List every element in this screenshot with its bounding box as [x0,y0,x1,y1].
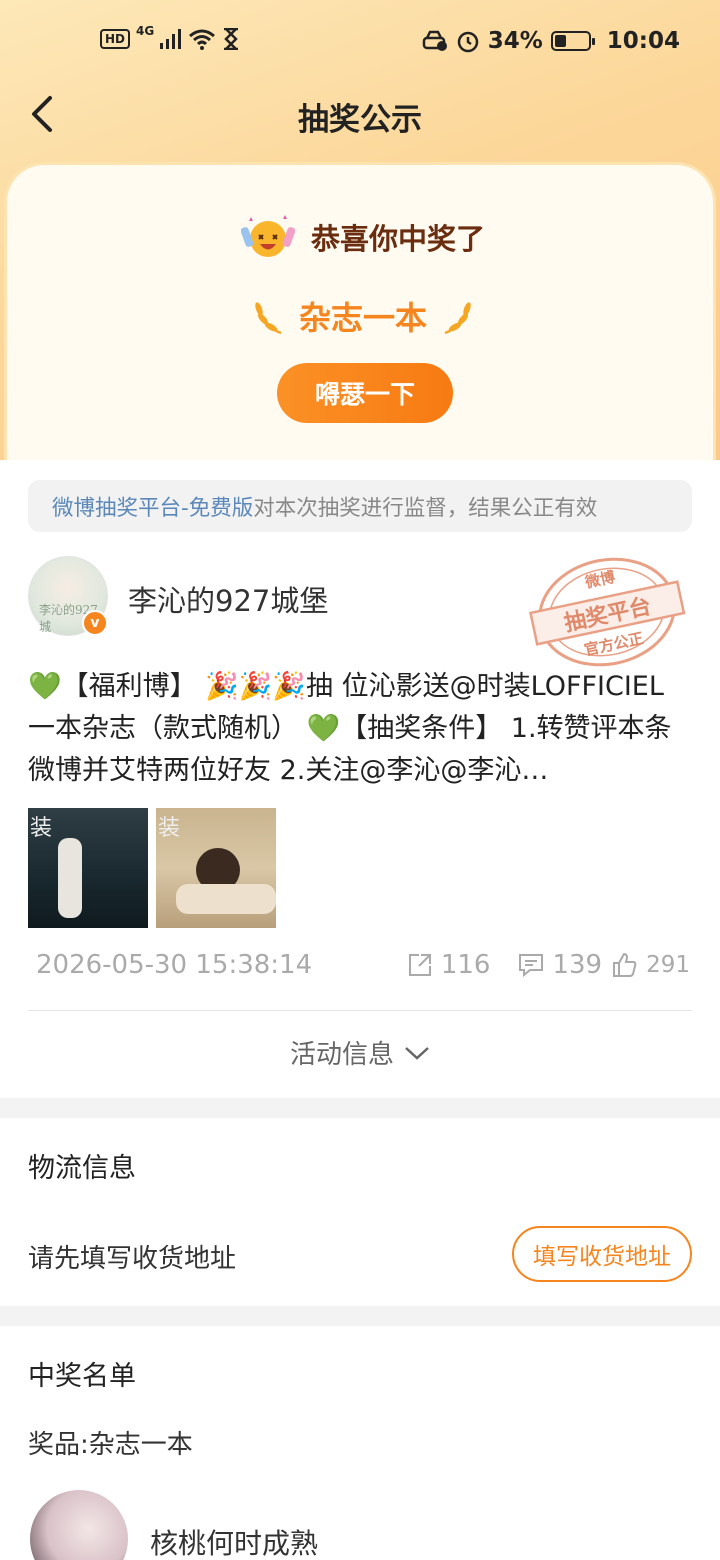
notice-text: 对本次抽奖进行监督，结果公正有效 [253,495,598,521]
address-hint: 请先填写收货地址 [28,1244,237,1274]
congrats-text: 恭喜你中奖了 [310,222,485,256]
post-image-1[interactable]: 装 [28,808,148,928]
battery-icon [550,31,595,51]
repost-icon [408,954,431,976]
thumbs-up-icon [613,952,637,977]
hourglass-icon [224,28,239,50]
network-type: 4G [136,24,155,38]
winners-card: 中奖名单 奖品:杂志一本 核桃何时成熟 [0,1326,720,1560]
laurel-left-icon [255,302,282,335]
logistics-card: 物流信息 请先填写收货地址 填写收货地址 [0,1118,720,1306]
like-count: 291 [646,952,690,978]
platform-link[interactable]: 微博抽奖平台-免费版 [52,491,253,522]
activity-info-toggle[interactable]: 活动信息 [0,1034,720,1071]
congrats-row: 恭喜你中奖了 [7,213,719,261]
prize-card: 恭喜你中奖了 杂志一本 嘚瑟一下 [4,162,716,472]
post-date: 2026-05-30 15:38:14 [36,950,313,980]
post-image-2[interactable]: 装 [156,808,276,928]
comment-stat[interactable]: 139 [518,950,602,980]
page-title: 抽奖公示 [298,102,422,138]
logistics-title: 物流信息 [28,1153,136,1184]
battery-percent: 34% [487,28,543,54]
activity-info-label: 活动信息 [289,1040,394,1070]
verified-badge: v [82,610,108,636]
status-bar: HD 4G 34% 10:04 [0,22,720,62]
share-button[interactable]: 嘚瑟一下 [277,363,453,423]
winner-avatar[interactable] [30,1490,128,1560]
divider [28,1010,692,1011]
comment-count: 139 [552,950,603,980]
winners-title: 中奖名单 [28,1361,136,1392]
lottery-platform-stamp: 微博 抽奖平台 官方公正 [529,557,686,667]
figure-shape [58,838,82,918]
status-right: 34% 10:04 [422,28,680,54]
prize-row: 杂志一本 [7,293,719,339]
author-name[interactable]: 李沁的927城堡 [128,578,328,620]
comment-icon [519,954,544,978]
car-icon [422,30,447,51]
chevron-down-icon [405,1046,429,1060]
signal-icon [160,29,182,49]
supervision-notice: 微博抽奖平台-免费版 对本次抽奖进行监督，结果公正有效 [28,480,692,532]
laurel-right-icon [444,302,471,335]
hd-badge: HD [100,29,131,49]
thumb-mark: 装 [30,816,53,841]
like-stat[interactable]: 291 [612,952,690,978]
fill-address-button[interactable]: 填写收货地址 [512,1226,692,1282]
thumb-mark: 装 [158,816,181,841]
alarm-icon [457,31,478,53]
wifi-icon [189,29,216,50]
clock: 10:04 [606,28,680,54]
stamp-top: 微博 [583,568,617,592]
post-stats: 116 139 291 [407,950,690,980]
winners-prize-line: 奖品:杂志一本 [28,1430,193,1460]
winner-name[interactable]: 核桃何时成熟 [150,1522,318,1560]
repost-count: 116 [440,950,491,980]
celebrate-emoji-icon [240,215,295,257]
figure-shape [176,884,276,914]
nav-bar: 抽奖公示 [0,86,720,142]
repost-stat[interactable]: 116 [407,950,491,980]
post-card: 微博抽奖平台-免费版 对本次抽奖进行监督，结果公正有效 李沁的927城 v 李沁… [0,460,720,1098]
post-text[interactable]: 💚【福利博】 🎉🎉🎉抽 位沁影送@时装LOFFICIEL 一本杂志（款式随机） … [28,666,694,792]
status-left: HD 4G [100,24,240,50]
battery-level [554,35,566,47]
prize-name: 杂志一本 [298,299,427,337]
